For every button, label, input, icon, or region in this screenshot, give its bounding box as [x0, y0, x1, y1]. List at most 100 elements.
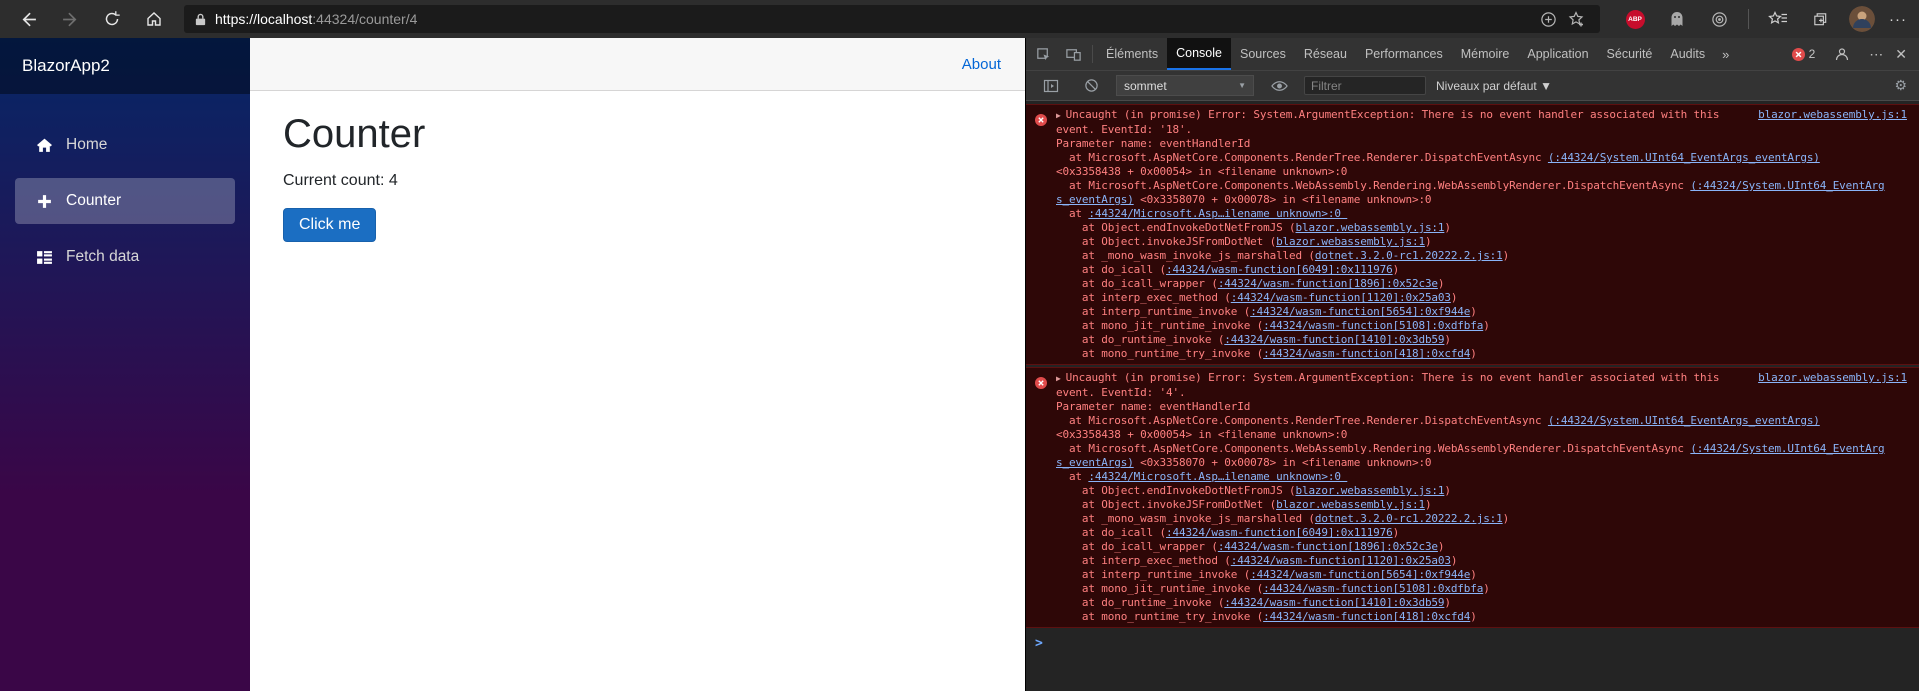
console-line: at Microsoft.AspNetCore.Components.Rende…: [1056, 151, 1907, 165]
devtools-tabbar-right: 2 ⋯ ✕: [1791, 43, 1919, 65]
console-source-link[interactable]: blazor.webassembly.js:1: [1738, 108, 1907, 122]
tab-audits[interactable]: Audits: [1661, 38, 1714, 70]
console-sidebar-icon[interactable]: [1040, 75, 1062, 97]
console-source-link[interactable]: :44324/wasm-function[5108]:0xdfbfa: [1263, 582, 1483, 595]
gear-icon[interactable]: ⚙: [1894, 77, 1911, 94]
console-source-link[interactable]: :44324/wasm-function[6049]:0x111976: [1166, 263, 1393, 276]
console-source-link[interactable]: :44324/wasm-function[1896]:0x52c3e: [1218, 277, 1438, 290]
console-source-link[interactable]: :44324/Microsoft.Asp…ilename unknown>:0: [1088, 470, 1347, 483]
console-source-link[interactable]: :44324/wasm-function[1410]:0x3db59: [1224, 596, 1444, 609]
profile-icon[interactable]: [1831, 43, 1853, 65]
context-selector[interactable]: sommet ▼: [1116, 75, 1254, 96]
tab-elements[interactable]: Éléments: [1097, 38, 1167, 70]
error-count-badge[interactable]: 2: [1791, 47, 1815, 61]
tab-performances[interactable]: Performances: [1356, 38, 1452, 70]
console-text: Parameter name: eventHandlerId: [1056, 137, 1251, 150]
profile-avatar[interactable]: [1849, 6, 1875, 32]
console-line: at Microsoft.AspNetCore.Components.Rende…: [1056, 414, 1907, 428]
app-topbar: About: [250, 38, 1025, 91]
console-text: at Object.endInvokeDotNetFromJS (: [1056, 484, 1296, 497]
console-source-link[interactable]: blazor.webassembly.js:1: [1276, 235, 1425, 248]
refresh-icon[interactable]: [96, 4, 128, 34]
favorites-bar-icon[interactable]: [1763, 4, 1793, 34]
expand-caret-icon[interactable]: ▶: [1056, 109, 1061, 123]
console-text: ): [1444, 484, 1451, 497]
log-levels-dropdown[interactable]: Niveaux par défaut ▼: [1436, 79, 1552, 93]
sidebar-item-fetch-data[interactable]: Fetch data: [15, 234, 235, 280]
about-link[interactable]: About: [962, 56, 1001, 73]
console-source-link[interactable]: (:44324/System.UInt64_EventArg: [1690, 179, 1884, 192]
tab-memoire[interactable]: Mémoire: [1452, 38, 1519, 70]
tab-securite[interactable]: Sécurité: [1598, 38, 1662, 70]
console-text: ): [1437, 277, 1445, 290]
adblock-extension-icon[interactable]: ABP: [1620, 4, 1650, 34]
console-source-link[interactable]: (:44324/System.UInt64_EventArg: [1690, 442, 1884, 455]
console-source-link[interactable]: :44324/wasm-function[5654]:0xf944e: [1250, 305, 1470, 318]
inspect-element-icon[interactable]: [1032, 43, 1054, 65]
eye-icon[interactable]: [1268, 75, 1290, 97]
forward-icon[interactable]: [54, 4, 86, 34]
main-content: Counter Current count: 4 Click me: [250, 91, 1025, 691]
browser-home-icon[interactable]: [138, 4, 170, 34]
console-source-link[interactable]: s_eventArgs): [1056, 456, 1134, 469]
browser-menu-icon[interactable]: ···: [1889, 11, 1907, 28]
devtools-tabbar: Éléments Console Sources Réseau Performances…: [1026, 38, 1919, 70]
console-line: at Microsoft.AspNetCore.Components.WebAs…: [1056, 442, 1907, 456]
console-line: at do_icall (:44324/wasm-function[6049]:…: [1056, 263, 1907, 277]
target-extension-icon[interactable]: [1704, 4, 1734, 34]
overflow-menu-icon[interactable]: ⋯: [1869, 46, 1883, 63]
app-brand[interactable]: BlazorApp2: [0, 38, 250, 94]
ghostery-extension-icon[interactable]: [1662, 4, 1692, 34]
console-text: ): [1444, 333, 1451, 346]
console-source-link[interactable]: blazor.webassembly.js:1: [1276, 498, 1425, 511]
console-source-link[interactable]: s_eventArgs): [1056, 193, 1134, 206]
console-source-link[interactable]: :44324/Microsoft.Asp…ilename unknown>:0: [1088, 207, 1347, 220]
page-action-icon[interactable]: [1534, 6, 1562, 32]
filter-input[interactable]: [1304, 76, 1426, 95]
tab-application[interactable]: Application: [1518, 38, 1597, 70]
console-source-link[interactable]: :44324/wasm-function[1410]:0x3db59: [1224, 333, 1444, 346]
console-source-link[interactable]: dotnet.3.2.0-rc1.20222.2.js:1: [1315, 512, 1503, 525]
console-source-link[interactable]: blazor.webassembly.js:1: [1296, 484, 1445, 497]
console-text: at do_icall_wrapper (: [1056, 277, 1218, 290]
console-source-link[interactable]: :44324/wasm-function[6049]:0x111976: [1166, 526, 1393, 539]
sidebar-item-home[interactable]: Home: [15, 122, 235, 168]
add-favorite-icon[interactable]: [1562, 6, 1590, 32]
sidebar: BlazorApp2 Home Counter Fetch data: [0, 38, 250, 691]
close-icon[interactable]: ✕: [1895, 46, 1907, 63]
console-source-link[interactable]: :44324/wasm-function[1120]:0x25a03: [1231, 291, 1451, 304]
tab-console[interactable]: Console: [1167, 38, 1231, 70]
console-source-link[interactable]: :44324/wasm-function[418]:0xcfd4: [1263, 610, 1470, 623]
sidebar-item-label: Counter: [66, 192, 122, 209]
collections-icon[interactable]: [1805, 4, 1835, 34]
console-source-link[interactable]: (:44324/System.UInt64_EventArgs_eventArg…: [1548, 414, 1820, 427]
home-icon: [35, 136, 53, 154]
console-source-link[interactable]: :44324/wasm-function[5108]:0xdfbfa: [1263, 319, 1483, 332]
console-source-link[interactable]: :44324/wasm-function[1896]:0x52c3e: [1218, 540, 1438, 553]
list-icon: [35, 248, 53, 266]
clear-console-icon[interactable]: [1080, 75, 1102, 97]
console-source-link[interactable]: :44324/wasm-function[5654]:0xf944e: [1250, 568, 1470, 581]
sidebar-item-label: Fetch data: [66, 248, 140, 265]
console-line: at interp_runtime_invoke (:44324/wasm-fu…: [1056, 305, 1907, 319]
console-source-link[interactable]: :44324/wasm-function[1120]:0x25a03: [1231, 554, 1451, 567]
click-me-button[interactable]: Click me: [283, 208, 377, 242]
console-text: at mono_runtime_try_invoke (: [1056, 347, 1264, 360]
console-text: at do_runtime_invoke (: [1056, 333, 1225, 346]
console-source-link[interactable]: :44324/wasm-function[418]:0xcfd4: [1263, 347, 1470, 360]
back-icon[interactable]: [12, 4, 44, 34]
console-source-link[interactable]: dotnet.3.2.0-rc1.20222.2.js:1: [1315, 249, 1503, 262]
console-source-link[interactable]: blazor.webassembly.js:1: [1738, 371, 1907, 385]
console-prompt[interactable]: >: [1026, 630, 1919, 651]
address-bar[interactable]: https://localhost:44324/counter/4: [184, 5, 1600, 33]
more-tabs-icon[interactable]: »: [1714, 47, 1737, 62]
tab-reseau[interactable]: Réseau: [1295, 38, 1356, 70]
console-line: at do_runtime_invoke (:44324/wasm-functi…: [1056, 333, 1907, 347]
tab-sources[interactable]: Sources: [1231, 38, 1295, 70]
console-source-link[interactable]: (:44324/System.UInt64_EventArgs_eventArg…: [1548, 151, 1820, 164]
sidebar-item-counter[interactable]: Counter: [15, 178, 235, 224]
device-toolbar-icon[interactable]: [1062, 43, 1084, 65]
console-text: Uncaught (in promise) Error: System.Argu…: [1065, 108, 1720, 121]
expand-caret-icon[interactable]: ▶: [1056, 372, 1061, 386]
console-source-link[interactable]: blazor.webassembly.js:1: [1296, 221, 1445, 234]
